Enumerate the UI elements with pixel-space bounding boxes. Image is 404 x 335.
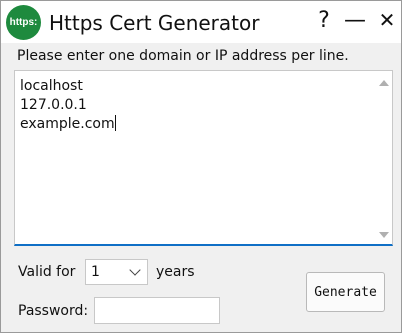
password-label: Password: — [18, 303, 89, 319]
domain-line: localhost — [20, 78, 83, 94]
generate-button[interactable]: Generate — [306, 272, 385, 312]
app-window: https: Https Cert Generator ? — ✕ Please… — [0, 0, 402, 333]
domain-line: example.com — [20, 115, 116, 132]
domain-line: 127.0.0.1 — [20, 97, 87, 113]
window-title: Https Cert Generator — [49, 11, 260, 35]
instructions-label: Please enter one domain or IP address pe… — [17, 48, 349, 64]
close-button[interactable]: ✕ — [373, 5, 401, 35]
valid-for-label: Valid for — [18, 264, 76, 280]
password-field[interactable] — [94, 297, 220, 324]
help-button[interactable]: ? — [310, 5, 338, 35]
domains-textarea[interactable]: localhost 127.0.0.1 example.com — [14, 70, 393, 246]
scroll-up-arrow-icon[interactable] — [379, 80, 389, 86]
minimize-button[interactable]: — — [341, 5, 369, 35]
domains-text: localhost 127.0.0.1 example.com — [20, 77, 116, 134]
title-bar[interactable]: https: Https Cert Generator ? — ✕ — [1, 1, 401, 43]
https-app-icon: https: — [6, 5, 41, 40]
text-caret — [114, 115, 116, 131]
years-select[interactable]: 1 — [85, 259, 148, 285]
vertical-scrollbar[interactable] — [375, 71, 392, 244]
years-select-value: 1 — [91, 264, 100, 280]
app-icon-label: https: — [9, 17, 38, 28]
scroll-down-arrow-icon[interactable] — [379, 232, 389, 238]
chevron-down-icon — [129, 264, 141, 276]
years-label: years — [156, 264, 195, 280]
